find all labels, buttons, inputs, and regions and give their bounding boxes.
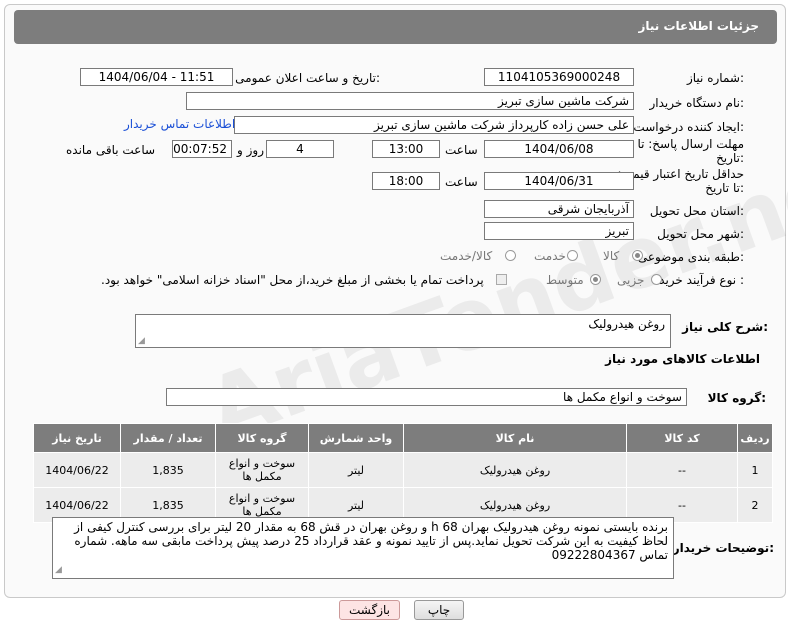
buyer-org-label: نام دستگاه خریدار: [649, 96, 745, 110]
payment-note: پرداخت تمام یا بخشی از مبلغ خرید،از محل … [101, 273, 484, 287]
goods-info-title: اطلاعات کالاهای مورد نیاز [605, 352, 760, 366]
goods-group-label: گروه کالا: [707, 391, 766, 405]
announce-datetime-field[interactable]: 1404/06/04 - 11:51 [80, 68, 233, 86]
creator-field[interactable]: علی حسن زاده کارپرداز شرکت ماشین سازی تب… [234, 116, 634, 134]
cell-quantity: 1,835 [120, 452, 216, 488]
cell-need-date: 1404/06/22 [33, 452, 121, 488]
category-label: طبقه بندی موضوعی: [637, 250, 744, 264]
city-label: شهر محل تحویل: [657, 227, 744, 241]
process-radio-minor[interactable] [651, 274, 662, 285]
col-row: ردیف [737, 423, 773, 453]
buyer-notes-text: برنده بایستی نمونه روغن هیدرولیک بهران h… [74, 520, 668, 562]
items-table: ردیف کد کالا نام کالا واحد شمارش گروه کا… [33, 423, 773, 523]
buyer-contact-link[interactable]: اطلاعات تماس خریدار [124, 117, 235, 131]
validity-date-field[interactable]: 1404/06/31 [484, 172, 634, 190]
process-option-minor: جزیی [617, 273, 645, 287]
col-group: گروه کالا [215, 423, 309, 453]
validity-time-label: ساعت [445, 175, 478, 189]
days-remaining-field[interactable]: 4 [266, 140, 334, 158]
validity-time-field[interactable]: 18:00 [372, 172, 440, 190]
creator-label: ایجاد کننده درخواست: [633, 120, 744, 134]
cell-name: روغن هیدرولیک [403, 452, 627, 488]
panel-title: جزئیات اطلاعات نیاز [638, 19, 759, 33]
category-radio-goods-service[interactable] [505, 250, 516, 261]
deadline-label: مهلت ارسال پاسخ: تا تاریخ: [637, 137, 744, 165]
process-radio-medium[interactable] [590, 274, 601, 285]
col-code: کد کالا [626, 423, 738, 453]
need-number-field[interactable]: 1104105369000248 [484, 68, 634, 86]
remaining-label: ساعت باقی مانده [66, 143, 156, 157]
payment-checkbox[interactable] [496, 274, 507, 285]
summary-textarea[interactable]: روغن هیدرولیک ◢ [135, 314, 671, 348]
cell-unit: لیتر [308, 452, 404, 488]
goods-group-field[interactable]: سوخت و انواع مکمل ها [166, 388, 687, 406]
cell-group: سوخت و انواع مکمل ها [215, 452, 309, 488]
buyer-notes-label: توضیحات خریدار: [672, 541, 774, 555]
province-field[interactable]: آذربایجان شرقی [484, 200, 634, 218]
cell-code: -- [626, 452, 738, 488]
province-label: استان محل تحویل: [649, 204, 744, 218]
cell-row: 2 [737, 487, 773, 523]
remaining-time-field[interactable]: 00:07:52 [172, 140, 232, 158]
announce-label: تاریخ و ساعت اعلان عمومی: [235, 71, 380, 85]
need-number-label: شماره نیاز: [686, 71, 744, 85]
category-option-goods-service: کالا/خدمت [440, 249, 493, 263]
col-need-date: تاریخ نیاز [33, 423, 121, 453]
table-row[interactable]: 1 -- روغن هیدرولیک لیتر سوخت و انواع مکم… [33, 452, 773, 488]
deadline-date-field[interactable]: 1404/06/08 [484, 140, 634, 158]
category-option-service: خدمت [534, 249, 566, 263]
resize-grip-icon[interactable]: ◢ [138, 336, 145, 346]
resize-grip-icon[interactable]: ◢ [55, 563, 62, 577]
cell-row: 1 [737, 452, 773, 488]
deadline-time-label: ساعت [445, 143, 478, 157]
panel-header: جزئیات اطلاعات نیاز [14, 10, 777, 44]
col-quantity: تعداد / مقدار [120, 423, 216, 453]
buyer-notes-textarea[interactable]: برنده بایستی نمونه روغن هیدرولیک بهران h… [52, 517, 674, 579]
print-button[interactable]: چاپ [414, 600, 464, 620]
process-label: نوع فرآیند خرید : [659, 273, 744, 287]
summary-text: روغن هیدرولیک [588, 317, 665, 331]
category-option-goods: کالا [603, 249, 620, 263]
category-radio-goods[interactable] [632, 250, 643, 261]
back-button[interactable]: بازگشت [339, 600, 400, 620]
buyer-org-field[interactable]: شرکت ماشین سازی تبریز [186, 92, 634, 110]
col-unit: واحد شمارش [308, 423, 404, 453]
city-field[interactable]: تبریز [484, 222, 634, 240]
process-option-medium: متوسط [546, 273, 584, 287]
table-header-row: ردیف کد کالا نام کالا واحد شمارش گروه کا… [33, 423, 773, 453]
col-name: نام کالا [403, 423, 627, 453]
category-radio-service[interactable] [567, 250, 578, 261]
days-label: روز و [237, 143, 264, 157]
summary-label: شرح کلی نیاز: [682, 320, 768, 334]
deadline-time-field[interactable]: 13:00 [372, 140, 440, 158]
